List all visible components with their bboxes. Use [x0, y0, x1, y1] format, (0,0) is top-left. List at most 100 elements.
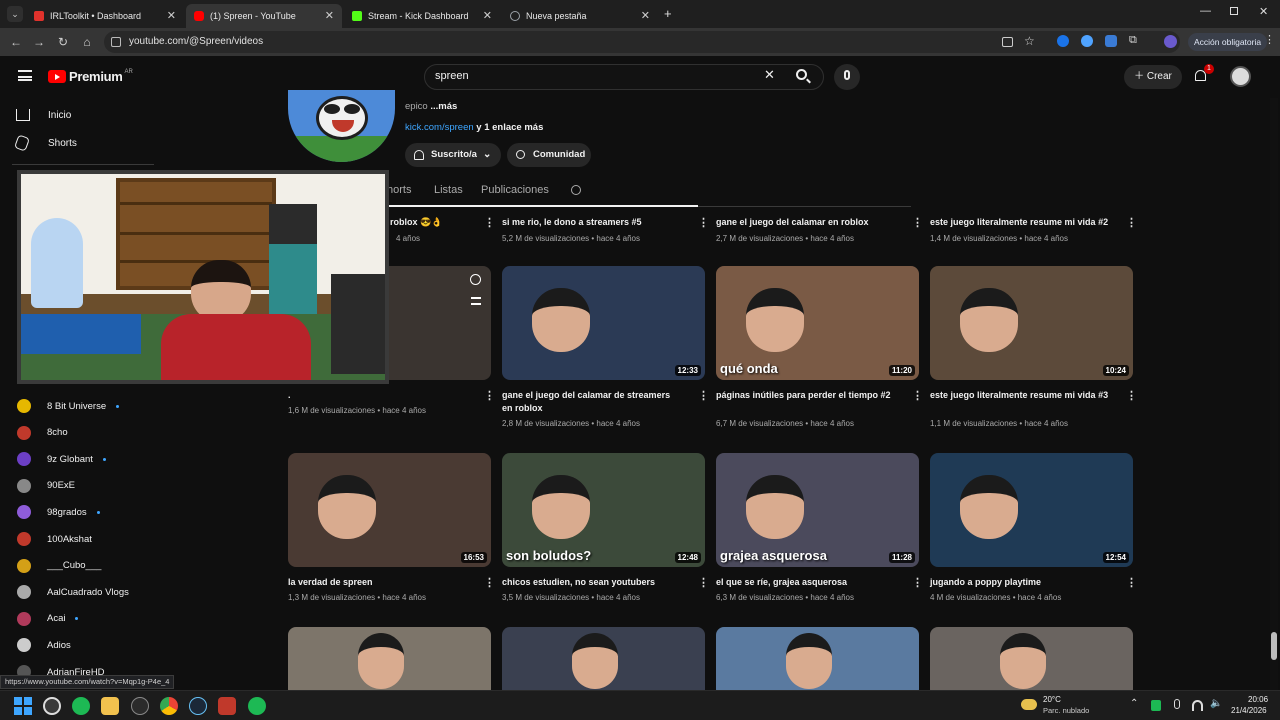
- video-title[interactable]: gane el juego del calamar en roblox: [716, 216, 896, 229]
- subscription-item[interactable]: ___Cubo___: [17, 558, 101, 573]
- scrollbar-thumb[interactable]: [1271, 632, 1277, 660]
- close-tab-icon[interactable]: ✕: [167, 9, 176, 22]
- sidebar-item-shorts[interactable]: Shorts: [13, 134, 77, 152]
- stream-app-icon[interactable]: [218, 697, 236, 715]
- microphone-icon[interactable]: [1174, 699, 1180, 709]
- subscription-item[interactable]: 8cho: [17, 425, 68, 440]
- page-scrollbar[interactable]: [1270, 98, 1278, 690]
- community-button[interactable]: Comunidad: [507, 143, 591, 167]
- spotify-icon[interactable]: [72, 697, 90, 715]
- spotify-icon[interactable]: [248, 697, 266, 715]
- more-links-text[interactable]: y 1 enlace más: [474, 122, 543, 133]
- install-app-icon[interactable]: [1002, 37, 1013, 47]
- video-thumbnail[interactable]: [930, 627, 1133, 690]
- video-thumbnail[interactable]: 12:54: [930, 453, 1133, 567]
- menu-dots-icon[interactable]: ⋮: [1264, 33, 1275, 46]
- 4k-app-icon[interactable]: [131, 697, 149, 715]
- video-thumbnail[interactable]: 16:53: [288, 453, 491, 567]
- weather-icon[interactable]: [1021, 699, 1037, 710]
- account-avatar[interactable]: [1230, 66, 1251, 87]
- home-icon[interactable]: ⌂: [79, 34, 95, 50]
- video-title[interactable]: el que se ríe, grajea asquerosa: [716, 576, 896, 589]
- close-window-icon[interactable]: ✕: [1259, 5, 1268, 18]
- subscription-item[interactable]: 90ExE: [17, 478, 75, 493]
- youtube-logo[interactable]: Premium AR: [48, 69, 133, 84]
- more-actions-icon[interactable]: ⋮: [1126, 576, 1137, 589]
- more-actions-icon[interactable]: ⋮: [484, 389, 495, 402]
- extension-icon[interactable]: [1057, 35, 1069, 47]
- clock-time[interactable]: 20:06: [1248, 695, 1268, 704]
- video-thumbnail[interactable]: qué onda 11:20: [716, 266, 919, 380]
- video-title[interactable]: si me rio, le dono a streamers #5: [502, 216, 682, 229]
- kick-link[interactable]: kick.com/spreen: [405, 122, 474, 133]
- minimize-icon[interactable]: —: [1200, 5, 1211, 17]
- close-tab-icon[interactable]: ✕: [641, 9, 650, 22]
- tab-shorts[interactable]: horts: [387, 184, 411, 196]
- windows-start-icon[interactable]: [14, 697, 32, 715]
- video-thumbnail[interactable]: [288, 627, 491, 690]
- profile-avatar[interactable]: [1164, 35, 1177, 48]
- more-link[interactable]: ...más: [430, 101, 457, 112]
- puzzle-icon[interactable]: ⧉: [1129, 34, 1137, 47]
- more-actions-icon[interactable]: ⋮: [912, 389, 923, 402]
- sidebar-item-inicio[interactable]: Inicio: [16, 109, 71, 121]
- video-title[interactable]: chicos estudien, no sean youtubers: [502, 576, 682, 589]
- channel-avatar[interactable]: [288, 90, 395, 162]
- folder-icon[interactable]: [101, 697, 119, 715]
- close-tab-icon[interactable]: ✕: [325, 9, 334, 22]
- more-actions-icon[interactable]: ⋮: [698, 389, 709, 402]
- subscription-item[interactable]: 9z Globant: [17, 452, 106, 467]
- video-thumbnail[interactable]: grajea asquerosa 11:28: [716, 453, 919, 567]
- video-title[interactable]: páginas inútiles para perder el tiempo #…: [716, 389, 896, 402]
- subscription-item[interactable]: Adios: [17, 638, 71, 653]
- voice-search-button[interactable]: [834, 64, 860, 90]
- obs-icon[interactable]: [43, 697, 61, 715]
- wifi-icon[interactable]: [1192, 700, 1203, 711]
- action-required-button[interactable]: Acción obligatoria: [1188, 33, 1268, 51]
- chrome-icon[interactable]: [160, 697, 178, 715]
- video-thumbnail[interactable]: [502, 627, 705, 690]
- more-actions-icon[interactable]: ⋮: [698, 576, 709, 589]
- video-thumbnail[interactable]: [716, 627, 919, 690]
- tab-youtube[interactable]: (1) Spreen - YouTube ✕: [186, 4, 342, 28]
- more-actions-icon[interactable]: ⋮: [698, 216, 709, 229]
- tab-irltoolkit[interactable]: IRLToolkit • Dashboard ✕: [26, 4, 184, 28]
- video-title[interactable]: la verdad de spreen: [288, 576, 468, 589]
- add-to-queue-icon[interactable]: [471, 297, 481, 305]
- new-tab-button[interactable]: +: [664, 6, 672, 21]
- video-thumbnail[interactable]: 12:33: [502, 266, 705, 380]
- subscribed-button[interactable]: Suscrito/a ⌄: [405, 143, 501, 167]
- video-thumbnail[interactable]: 10:24: [930, 266, 1133, 380]
- more-actions-icon[interactable]: ⋮: [1126, 216, 1137, 229]
- extension-icon[interactable]: [1105, 35, 1117, 47]
- video-title[interactable]: .: [288, 389, 468, 402]
- more-actions-icon[interactable]: ⋮: [912, 576, 923, 589]
- speaker-icon[interactable]: 🔈: [1210, 698, 1222, 709]
- bookmark-star-icon[interactable]: ☆: [1024, 34, 1035, 48]
- maximize-icon[interactable]: [1230, 7, 1238, 15]
- site-info-icon[interactable]: [111, 37, 121, 47]
- forward-icon[interactable]: →: [31, 34, 47, 50]
- clear-search-icon[interactable]: ✕: [764, 67, 775, 83]
- tab-publicaciones[interactable]: Publicaciones: [481, 184, 549, 196]
- tab-new[interactable]: Nueva pestaña ✕: [502, 4, 658, 28]
- hamburger-menu-icon[interactable]: [18, 70, 32, 81]
- address-bar[interactable]: [104, 31, 1180, 53]
- tab-kick[interactable]: Stream - Kick Dashboard ✕: [344, 4, 500, 28]
- search-input[interactable]: spreen: [435, 70, 469, 82]
- tab-listas[interactable]: Listas: [434, 184, 463, 196]
- extension-icon[interactable]: [1081, 35, 1093, 47]
- subscription-item[interactable]: Acai: [17, 611, 79, 626]
- video-title[interactable]: este juego literalmente resume mi vida #…: [930, 216, 1110, 229]
- subscription-item[interactable]: 100Akshat: [17, 532, 92, 546]
- reload-icon[interactable]: ↻: [55, 34, 71, 50]
- close-tab-icon[interactable]: ✕: [483, 9, 492, 22]
- more-actions-icon[interactable]: ⋮: [484, 576, 495, 589]
- more-actions-icon[interactable]: ⋮: [1126, 389, 1137, 402]
- more-actions-icon[interactable]: ⋮: [484, 216, 495, 229]
- channel-search-icon[interactable]: [571, 185, 581, 195]
- search-icon[interactable]: [796, 69, 807, 80]
- steam-icon[interactable]: [189, 697, 207, 715]
- video-thumbnail[interactable]: son boludos? 12:48: [502, 453, 705, 567]
- video-title[interactable]: jugando a poppy playtime: [930, 576, 1110, 589]
